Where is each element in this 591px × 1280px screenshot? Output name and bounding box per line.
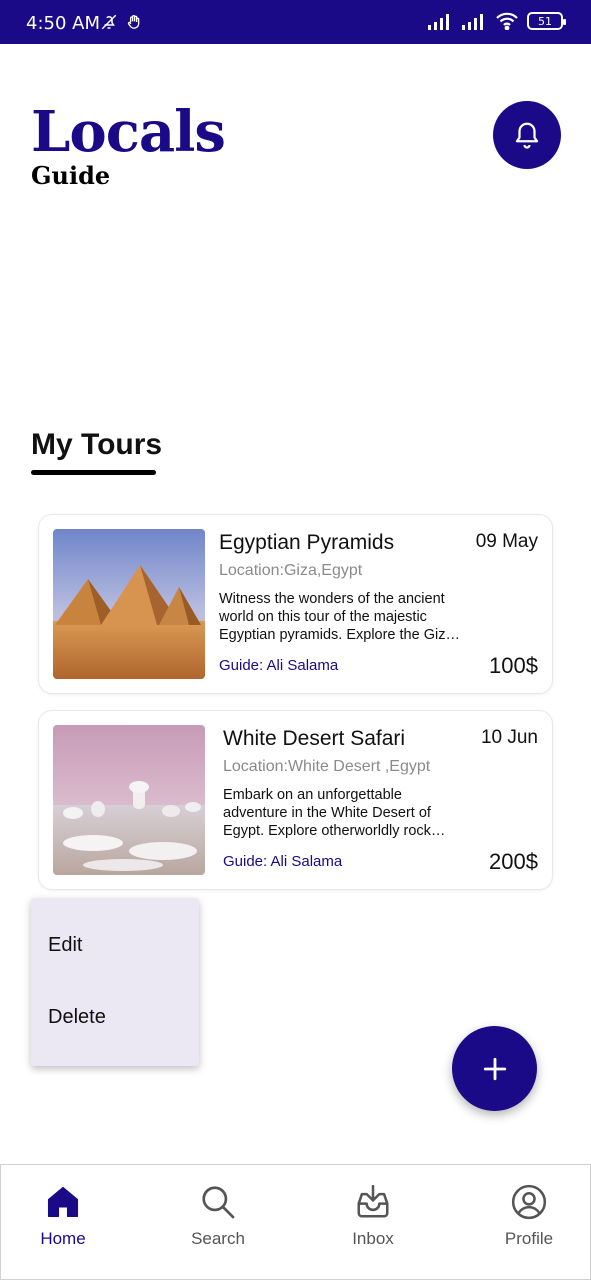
nav-label: Home (40, 1229, 86, 1248)
context-menu: Edit Delete (31, 898, 199, 1066)
tour-image-white-desert (53, 725, 205, 875)
nav-item-inbox[interactable]: Inbox (318, 1183, 428, 1249)
nav-item-home[interactable]: Home (8, 1183, 118, 1249)
signal-icon (462, 14, 483, 30)
menu-item-edit[interactable]: Edit (48, 934, 82, 957)
nav-item-profile[interactable]: Profile (474, 1183, 584, 1249)
battery-icon: 51 (527, 12, 566, 30)
tour-price: 100$ (489, 653, 538, 678)
nav-label: Search (191, 1229, 245, 1248)
tour-description: Embark on an unforgettable adventure in … (223, 787, 431, 839)
tour-card[interactable]: White Desert Safari 10 Jun Location:Whit… (38, 710, 553, 890)
search-icon (202, 1186, 235, 1219)
bell-off-icon (101, 14, 117, 30)
section-underline (31, 470, 156, 475)
logo-subtitle: Guide (31, 161, 111, 190)
tour-image-pyramids (53, 529, 205, 679)
tour-title: White Desert Safari (223, 727, 406, 750)
notifications-button[interactable] (493, 101, 561, 169)
hand-icon (127, 15, 140, 29)
profile-icon (511, 1184, 547, 1220)
tour-guide: Guide: Ali Salama (223, 853, 343, 870)
tour-title: Egyptian Pyramids (219, 531, 395, 554)
bottom-nav: Home Search Inbox Profile (0, 1164, 591, 1280)
status-bar: 4:50 AM 51 (0, 0, 591, 44)
status-time: 4:50 AM (26, 13, 100, 34)
home-icon (47, 1186, 79, 1218)
tour-location: Location:Giza,Egypt (219, 562, 363, 579)
tour-card[interactable]: Egyptian Pyramids 09 May Location:Giza,E… (38, 514, 553, 694)
tour-date: 10 Jun (480, 727, 538, 748)
logo-title: Locals (31, 99, 226, 165)
nav-label: Inbox (352, 1229, 394, 1248)
nav-label: Profile (504, 1229, 554, 1248)
wifi-icon (496, 12, 518, 30)
section-title: My Tours (31, 428, 163, 461)
battery-level: 51 (538, 14, 552, 28)
menu-item-delete[interactable]: Delete (48, 1006, 106, 1029)
add-tour-button[interactable] (452, 1026, 537, 1111)
tour-description: Witness the wonders of the ancient world… (219, 591, 454, 643)
signal-icon (428, 14, 449, 30)
tour-guide: Guide: Ali Salama (219, 657, 339, 674)
plus-icon (483, 1057, 506, 1080)
tour-price: 200$ (489, 849, 538, 874)
tour-date: 09 May (475, 531, 538, 552)
bell-icon (515, 122, 539, 149)
inbox-icon (357, 1184, 389, 1218)
tour-location: Location:White Desert ,Egypt (223, 758, 431, 775)
nav-item-search[interactable]: Search (163, 1183, 273, 1249)
